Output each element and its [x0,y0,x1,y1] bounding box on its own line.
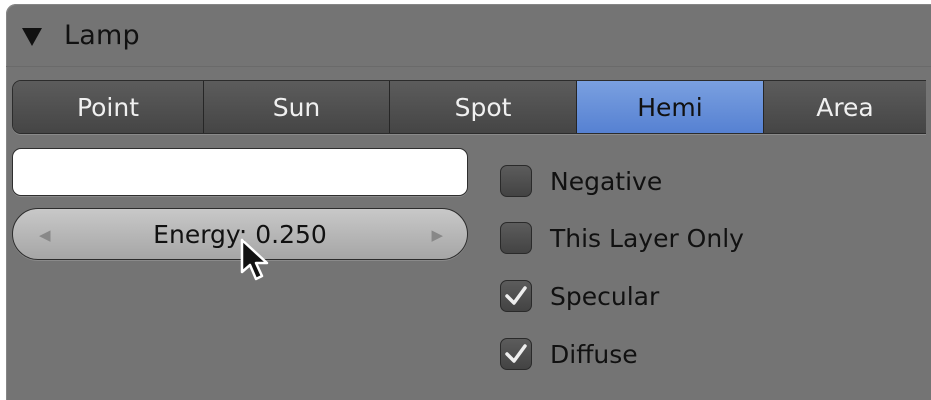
increment-arrow-icon[interactable]: ▶ [431,226,443,244]
checkbox-box[interactable] [500,280,532,312]
checkbox-box[interactable] [500,165,532,197]
tab-spot[interactable]: Spot [390,81,577,133]
panel-title: Lamp [64,20,140,51]
specular-checkbox[interactable]: Specular [500,277,659,315]
panel-header[interactable]: Lamp [6,4,931,67]
specular-label: Specular [550,281,660,311]
checkbox-box[interactable] [500,338,532,370]
this-layer-only-checkbox[interactable]: This Layer Only [500,219,744,257]
checkmark-icon [505,286,527,305]
tab-hemi[interactable]: Hemi [577,81,764,133]
tab-sun[interactable]: Sun [204,81,390,133]
lamp-type-tabs: Point Sun Spot Hemi Area [12,80,926,134]
tab-area[interactable]: Area [764,81,926,133]
diffuse-checkbox[interactable]: Diffuse [500,335,638,373]
negative-checkbox[interactable]: Negative [500,162,662,200]
lamp-color-field[interactable] [12,148,468,196]
checkmark-icon [505,344,527,363]
negative-label: Negative [550,166,663,196]
collapse-triangle-icon[interactable] [22,28,42,46]
this-layer-only-label: This Layer Only [550,223,744,253]
diffuse-label: Diffuse [550,339,638,369]
checkbox-box[interactable] [500,222,532,254]
mouse-cursor-icon [240,238,269,281]
lamp-panel: Lamp [6,4,931,400]
tab-point[interactable]: Point [13,81,204,133]
